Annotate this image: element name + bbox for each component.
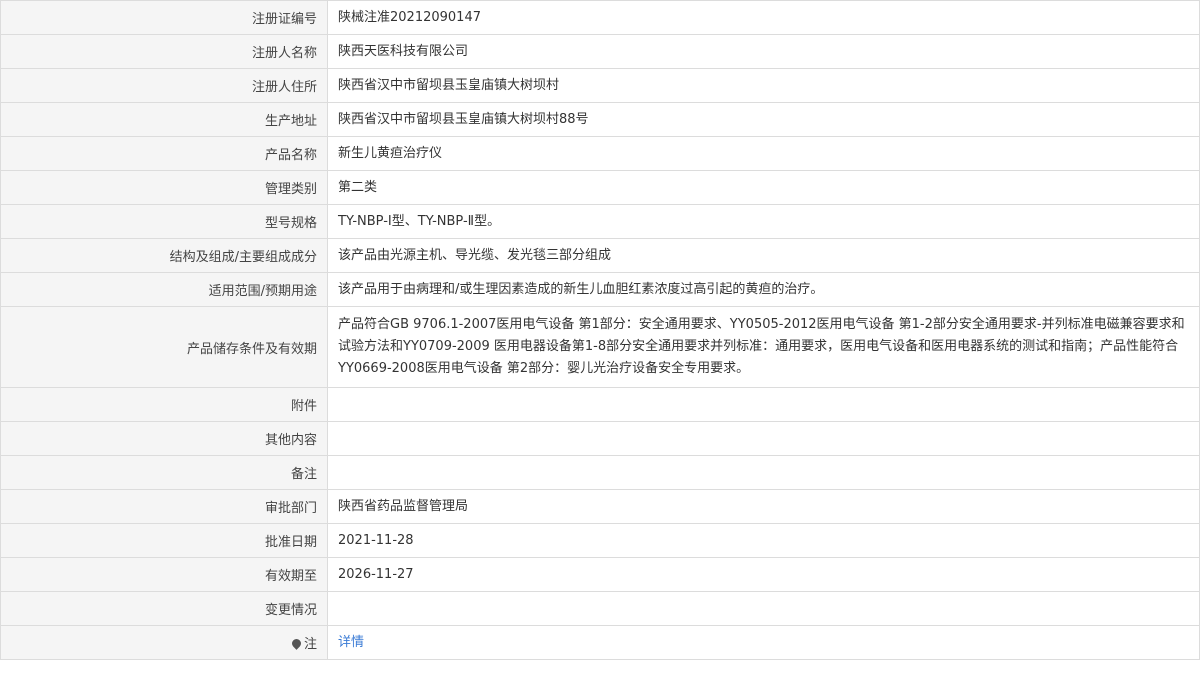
field-label: 适用范围/预期用途 xyxy=(0,272,328,307)
field-value xyxy=(327,387,1200,422)
row-attachment: 附件 xyxy=(0,387,1200,422)
row-structure-composition: 结构及组成/主要组成成分 该产品由光源主机、导光缆、发光毯三部分组成 xyxy=(0,238,1200,273)
field-label: 结构及组成/主要组成成分 xyxy=(0,238,328,273)
row-registration-number: 注册证编号 陕械注准20212090147 xyxy=(0,0,1200,35)
field-label: 产品储存条件及有效期 xyxy=(0,306,328,388)
field-value: 陕械注准20212090147 xyxy=(327,0,1200,35)
field-label: 审批部门 xyxy=(0,489,328,524)
row-management-category: 管理类别 第二类 xyxy=(0,170,1200,205)
field-label: 备注 xyxy=(0,455,328,490)
details-link[interactable]: 详情 xyxy=(338,635,364,650)
field-value: 2021-11-28 xyxy=(327,523,1200,558)
map-pin-icon xyxy=(290,637,303,650)
field-label: 生产地址 xyxy=(0,102,328,137)
field-label: 其他内容 xyxy=(0,421,328,456)
field-label: 变更情况 xyxy=(0,591,328,626)
field-label: 批准日期 xyxy=(0,523,328,558)
row-registrant-name: 注册人名称 陕西天医科技有限公司 xyxy=(0,34,1200,69)
note-value-cell: 详情 xyxy=(327,625,1200,660)
field-value xyxy=(327,421,1200,456)
row-other-content: 其他内容 xyxy=(0,421,1200,456)
row-note: 注 详情 xyxy=(0,625,1200,660)
row-approval-department: 审批部门 陕西省药品监督管理局 xyxy=(0,489,1200,524)
field-label: 注册证编号 xyxy=(0,0,328,35)
field-label: 注册人住所 xyxy=(0,68,328,103)
row-storage-validity: 产品储存条件及有效期 产品符合GB 9706.1-2007医用电气设备 第1部分… xyxy=(0,306,1200,388)
row-change-history: 变更情况 xyxy=(0,591,1200,626)
field-value: 2026-11-27 xyxy=(327,557,1200,592)
row-product-name: 产品名称 新生儿黄疸治疗仪 xyxy=(0,136,1200,171)
field-value: 该产品用于由病理和/或生理因素造成的新生儿血胆红素浓度过高引起的黄疸的治疗。 xyxy=(327,272,1200,307)
field-value: 陕西省汉中市留坝县玉皇庙镇大树坝村 xyxy=(327,68,1200,103)
field-value: 陕西省药品监督管理局 xyxy=(327,489,1200,524)
field-label: 管理类别 xyxy=(0,170,328,205)
row-approval-date: 批准日期 2021-11-28 xyxy=(0,523,1200,558)
field-value: 产品符合GB 9706.1-2007医用电气设备 第1部分：安全通用要求、YY0… xyxy=(327,306,1200,388)
note-label-cell: 注 xyxy=(0,625,328,660)
field-label: 注册人名称 xyxy=(0,34,328,69)
field-value: 该产品由光源主机、导光缆、发光毯三部分组成 xyxy=(327,238,1200,273)
field-value xyxy=(327,455,1200,490)
row-model-spec: 型号规格 TY-NBP-Ⅰ型、TY-NBP-Ⅱ型。 xyxy=(0,204,1200,239)
field-value xyxy=(327,591,1200,626)
field-label: 附件 xyxy=(0,387,328,422)
row-valid-until: 有效期至 2026-11-27 xyxy=(0,557,1200,592)
field-label: 有效期至 xyxy=(0,557,328,592)
field-value: 陕西天医科技有限公司 xyxy=(327,34,1200,69)
row-intended-use: 适用范围/预期用途 该产品用于由病理和/或生理因素造成的新生儿血胆红素浓度过高引… xyxy=(0,272,1200,307)
row-registrant-address: 注册人住所 陕西省汉中市留坝县玉皇庙镇大树坝村 xyxy=(0,68,1200,103)
field-label: 产品名称 xyxy=(0,136,328,171)
note-label: 注 xyxy=(303,637,317,652)
row-remarks: 备注 xyxy=(0,455,1200,490)
field-value: 新生儿黄疸治疗仪 xyxy=(327,136,1200,171)
registration-detail-table: 注册证编号 陕械注准20212090147 注册人名称 陕西天医科技有限公司 注… xyxy=(0,0,1200,660)
row-production-address: 生产地址 陕西省汉中市留坝县玉皇庙镇大树坝村88号 xyxy=(0,102,1200,137)
field-value: 第二类 xyxy=(327,170,1200,205)
field-label: 型号规格 xyxy=(0,204,328,239)
field-value: 陕西省汉中市留坝县玉皇庙镇大树坝村88号 xyxy=(327,102,1200,137)
field-value: TY-NBP-Ⅰ型、TY-NBP-Ⅱ型。 xyxy=(327,204,1200,239)
